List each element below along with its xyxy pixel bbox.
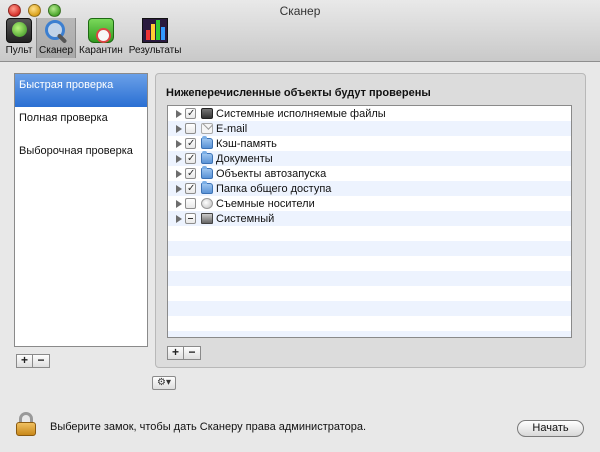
disclosure-triangle-icon[interactable] [176, 169, 182, 178]
toolbar-item-quarantine[interactable]: Карантин [76, 18, 126, 58]
scan-objects-group: Нижеперечисленные объекты будут проверен… [155, 73, 586, 368]
disclosure-triangle-icon[interactable] [176, 109, 182, 118]
remove-object-button[interactable]: − [184, 346, 201, 360]
toolbar-label: Карантин [79, 45, 123, 56]
folder-icon [201, 181, 213, 194]
folder-icon [201, 166, 213, 179]
table-row[interactable]: Системный [168, 211, 571, 226]
object-label: Документы [216, 152, 273, 165]
scan-type-custom[interactable]: Выборочная проверка [15, 140, 147, 173]
remove-scan-type-button[interactable]: − [33, 354, 50, 368]
toolbar-item-console[interactable]: Пульт [2, 18, 36, 58]
include-checkbox[interactable] [185, 138, 196, 149]
removable-media-icon [201, 198, 213, 209]
include-checkbox[interactable] [185, 198, 196, 209]
quarantine-icon [87, 18, 114, 43]
window-titlebar: Сканер Пульт Сканер Карантин Результаты [0, 0, 600, 62]
object-label: Системный [216, 212, 275, 225]
disclosure-triangle-icon[interactable] [176, 124, 182, 133]
table-row[interactable]: Кэш-память [168, 136, 571, 151]
system-disk-icon [201, 213, 213, 224]
scanner-magnifier-icon [43, 18, 69, 43]
table-row[interactable]: Объекты автозапуска [168, 166, 571, 181]
gear-icon: ⚙▾ [157, 377, 171, 388]
toolbar-label: Сканер [39, 45, 74, 56]
include-checkbox[interactable] [185, 153, 196, 164]
scan-type-buttons: + − [16, 354, 50, 368]
toolbar-label: Результаты [128, 45, 182, 56]
object-label: Объекты автозапуска [216, 167, 327, 180]
toolbar: Пульт Сканер Карантин Результаты [2, 18, 184, 58]
table-row[interactable]: E-mail [168, 121, 571, 136]
lock-hint-text: Выберите замок, чтобы дать Сканеру права… [50, 421, 367, 433]
scan-type-full[interactable]: Полная проверка [15, 107, 147, 140]
include-checkbox[interactable] [185, 123, 196, 134]
object-label: E-mail [216, 122, 248, 135]
console-icon [6, 18, 32, 43]
object-label: Папка общего доступа [216, 182, 332, 195]
disclosure-triangle-icon[interactable] [176, 199, 182, 208]
folder-icon [201, 136, 213, 149]
table-row[interactable]: Системные исполняемые файлы [168, 106, 571, 121]
object-label: Кэш-память [216, 137, 277, 150]
results-chart-icon [142, 18, 169, 43]
window-title: Сканер [279, 4, 321, 18]
actions-menu-button[interactable]: ⚙▾ [152, 376, 176, 390]
add-scan-type-button[interactable]: + [16, 354, 33, 368]
scan-type-list: Быстрая проверка Полная проверка Выбороч… [14, 73, 148, 347]
disclosure-triangle-icon[interactable] [176, 139, 182, 148]
toolbar-item-scanner[interactable]: Сканер [36, 18, 77, 58]
scan-objects-table: Системные исполняемые файлы E-mail Кэш-п… [167, 105, 572, 338]
toolbar-label: Пульт [5, 45, 33, 56]
add-object-button[interactable]: + [167, 346, 184, 360]
scan-type-quick[interactable]: Быстрая проверка [15, 74, 147, 107]
object-label: Системные исполняемые файлы [216, 107, 386, 120]
lock-icon[interactable] [16, 412, 36, 436]
include-checkbox[interactable] [185, 213, 196, 224]
scan-objects-title: Нижеперечисленные объекты будут проверен… [166, 87, 431, 99]
include-checkbox[interactable] [185, 168, 196, 179]
include-checkbox[interactable] [185, 108, 196, 119]
folder-icon [201, 151, 213, 164]
table-row[interactable]: Съемные носители [168, 196, 571, 211]
disclosure-triangle-icon[interactable] [176, 184, 182, 193]
scan-object-buttons: + − [167, 346, 201, 360]
include-checkbox[interactable] [185, 183, 196, 194]
disclosure-triangle-icon[interactable] [176, 154, 182, 163]
start-scan-button[interactable]: Начать [517, 420, 584, 437]
table-row[interactable]: Папка общего доступа [168, 181, 571, 196]
object-label: Съемные носители [216, 197, 315, 210]
toolbar-item-results[interactable]: Результаты [126, 18, 185, 58]
email-icon [201, 123, 213, 134]
disclosure-triangle-icon[interactable] [176, 214, 182, 223]
system-files-icon [201, 108, 213, 119]
table-row[interactable]: Документы [168, 151, 571, 166]
